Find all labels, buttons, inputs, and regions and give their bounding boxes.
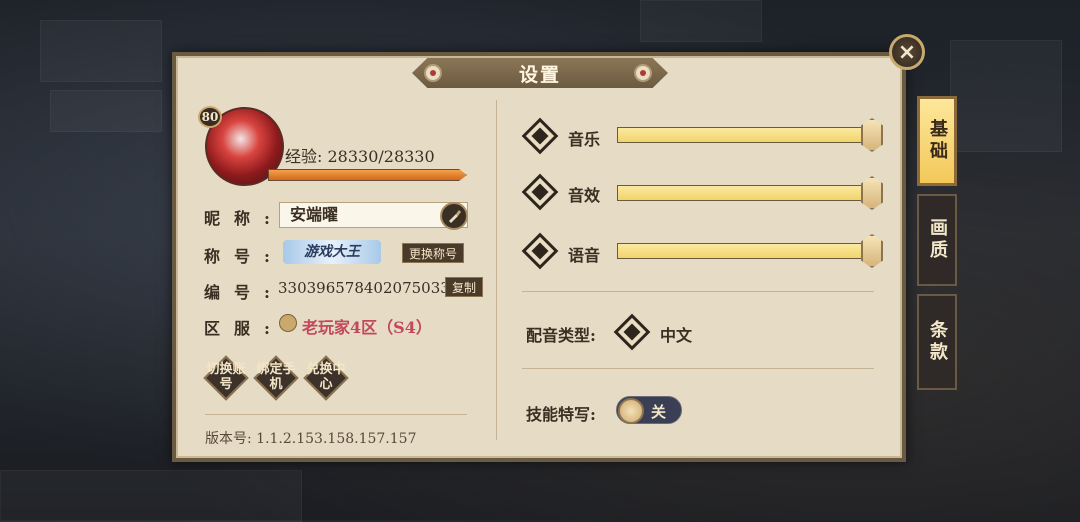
- background-panel: [40, 20, 162, 82]
- server-label: 区服:: [204, 319, 284, 338]
- edit-name-button[interactable]: [440, 202, 468, 230]
- toggle-knob: [618, 398, 644, 424]
- copy-button[interactable]: 复制: [445, 277, 484, 297]
- sfx-slider[interactable]: [617, 185, 872, 201]
- tab-basic[interactable]: 基础: [917, 96, 957, 186]
- voice-slider[interactable]: [617, 243, 872, 259]
- switch-account-label: 切换账号: [206, 362, 246, 392]
- tab-terms[interactable]: 条款: [917, 294, 957, 390]
- title-badge: 游戏大王: [283, 240, 381, 264]
- change-title-button[interactable]: 更换称号: [402, 243, 465, 263]
- voice-type-label: 配音类型:: [526, 326, 596, 345]
- slider-fill: [618, 128, 871, 142]
- server-value: 老玩家4区（S4）: [302, 318, 432, 337]
- title-label: 称号:: [204, 247, 284, 266]
- sfx-option[interactable]: [520, 172, 560, 212]
- background-panel: [0, 470, 302, 522]
- close-icon: ×: [897, 39, 917, 65]
- background-panel: [640, 0, 762, 42]
- voice-type-value: 中文: [660, 326, 693, 345]
- page-title: 设置: [518, 63, 561, 86]
- ribbon-ornament-icon: [424, 64, 442, 82]
- tab-graphics[interactable]: 画质: [917, 194, 957, 286]
- close-button[interactable]: ×: [889, 34, 925, 70]
- divider: [205, 414, 467, 415]
- level-badge: 80: [198, 106, 222, 128]
- divider: [522, 291, 874, 292]
- title-ribbon: 设置: [412, 58, 668, 88]
- voice-label: 语音: [568, 246, 601, 265]
- voice-option[interactable]: [520, 231, 560, 271]
- bind-phone-label: 绑定手机: [256, 362, 296, 392]
- redeem-center-label: 兑换中心: [306, 362, 346, 392]
- ribbon-ornament-icon: [634, 64, 652, 82]
- skill-closeup-label: 技能特写:: [526, 405, 596, 424]
- switch-account-button[interactable]: 切换账号: [203, 355, 249, 401]
- exp-bar: [268, 169, 467, 181]
- sfx-label: 音效: [568, 186, 601, 205]
- column-divider: [496, 100, 497, 440]
- exp-text: 经验: 28330/28330: [285, 147, 435, 166]
- divider: [522, 368, 874, 369]
- music-option[interactable]: [520, 116, 560, 156]
- id-label: 编号:: [204, 283, 284, 302]
- slider-fill: [618, 244, 871, 258]
- redeem-center-button[interactable]: 兑换中心: [303, 355, 349, 401]
- nickname-label: 昵称:: [204, 209, 284, 228]
- server-icon: [279, 314, 297, 332]
- slider-fill: [618, 186, 871, 200]
- music-slider[interactable]: [617, 127, 872, 143]
- exp-bar-fill: [269, 170, 466, 180]
- voice-type-selector[interactable]: [612, 312, 652, 352]
- background-panel: [50, 90, 162, 132]
- music-label: 音乐: [568, 130, 601, 149]
- version-text: 版本号: 1.1.2.153.158.157.157: [205, 431, 417, 447]
- brush-icon: [449, 210, 461, 223]
- toggle-state-text: 关: [651, 403, 667, 421]
- background-panel: [950, 40, 1062, 152]
- skill-closeup-toggle[interactable]: 关: [616, 396, 682, 424]
- bind-phone-button[interactable]: 绑定手机: [253, 355, 299, 401]
- id-value: 3303965784020750337: [278, 279, 460, 297]
